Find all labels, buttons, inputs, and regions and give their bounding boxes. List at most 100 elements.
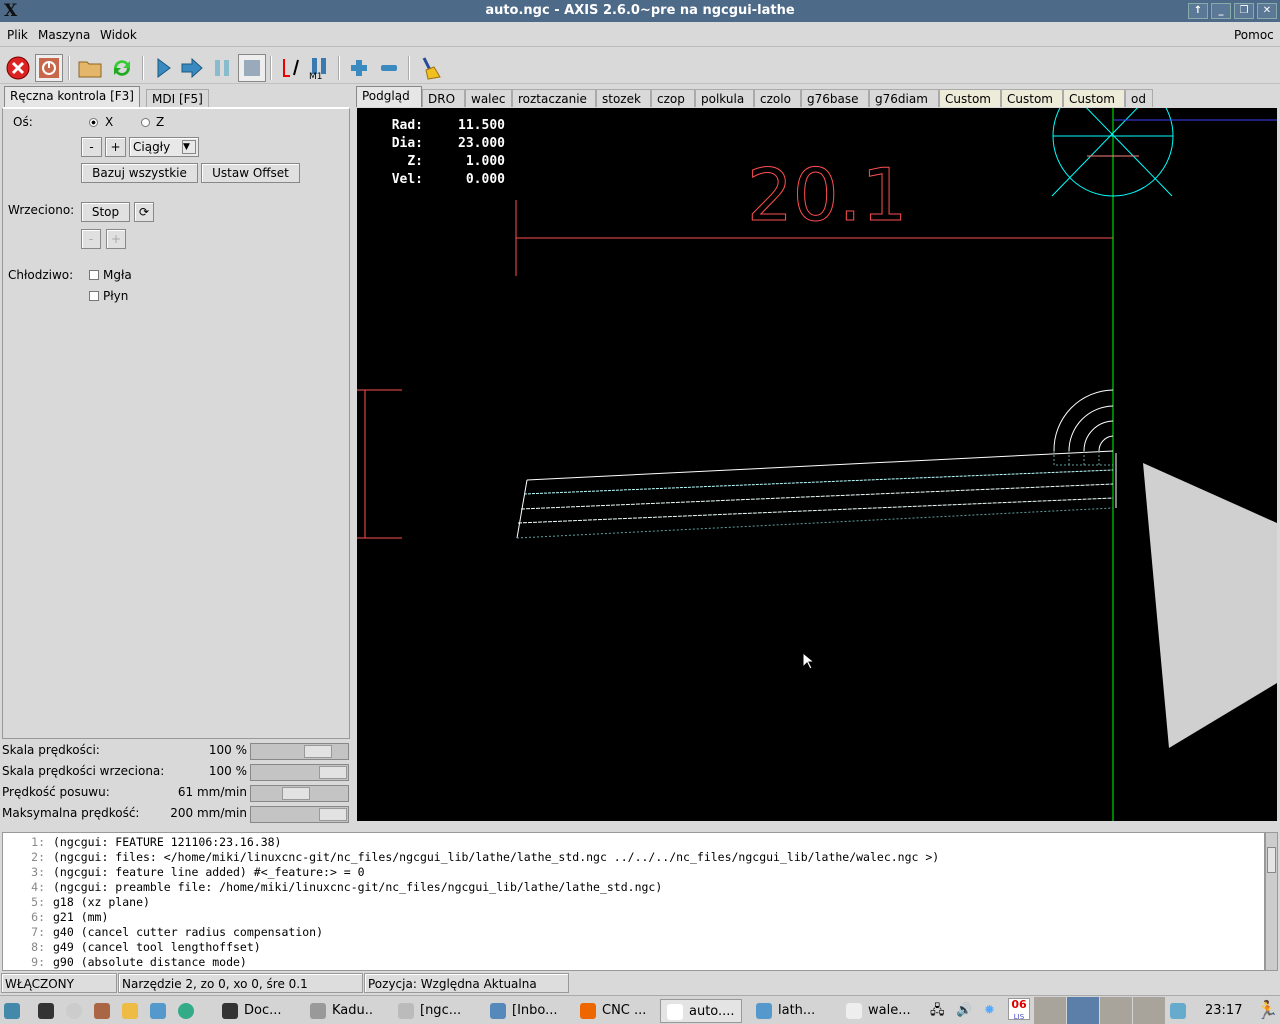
step-icon[interactable] xyxy=(178,54,206,82)
home-all-button[interactable]: Bazuj wszystkie xyxy=(81,163,198,183)
dro-value: 0.000 xyxy=(465,172,505,187)
gcode-line[interactable]: 3: (ngcgui: feature line added) #<_featur… xyxy=(3,865,1264,880)
tab-custom[interactable]: Custom xyxy=(1063,89,1125,107)
zoom-in-icon[interactable] xyxy=(345,54,373,82)
power-icon[interactable] xyxy=(35,54,63,82)
taskbar-task[interactable]: CNC ... xyxy=(580,999,646,1023)
tab-roztaczanie[interactable]: roztaczanie xyxy=(512,89,596,107)
menu-bar: Plik Maszyna Widok Pomoc xyxy=(0,23,1280,47)
reload-icon[interactable] xyxy=(108,54,136,82)
start-menu-icon[interactable] xyxy=(4,999,26,1023)
terminal-icon[interactable] xyxy=(38,999,60,1023)
menu-widok[interactable]: Widok xyxy=(100,23,137,47)
gcode-line[interactable]: 2: (ngcgui: files: </home/miki/linuxcnc-g… xyxy=(3,850,1264,865)
tab-manual-control[interactable]: Ręczna kontrola [F3] xyxy=(4,86,140,107)
tab-g76base[interactable]: g76base xyxy=(801,89,869,107)
maximize-icon[interactable]: ❐ xyxy=(1234,3,1254,19)
run-icon[interactable] xyxy=(149,54,177,82)
override-slider[interactable] xyxy=(250,743,349,760)
network-icon[interactable]: 🖧 xyxy=(930,999,945,1023)
jog-plus-button[interactable]: + xyxy=(105,137,126,157)
raise-icon[interactable]: ↑ xyxy=(1188,3,1208,19)
tab-od[interactable]: od xyxy=(1125,89,1153,107)
preview-canvas[interactable]: 20.1 Rad: 11.500 Dia: 23.000 Z: 1.000 Vel: 0. xyxy=(357,108,1277,821)
tab-dro[interactable]: DRO xyxy=(422,89,465,107)
slider-value: 100 % xyxy=(208,743,247,757)
tab-custom[interactable]: Custom xyxy=(1001,89,1063,107)
workspace-4[interactable] xyxy=(1133,997,1165,1024)
gcode-line[interactable]: 6: g21 (mm) xyxy=(3,910,1264,925)
slider-label: Maksymalna prędkość: xyxy=(2,806,140,820)
menu-plik[interactable]: Plik xyxy=(7,23,28,47)
spindle-rotate-icon[interactable]: ⟳ xyxy=(134,202,154,222)
slider-thumb[interactable] xyxy=(281,787,310,800)
pause-icon[interactable] xyxy=(208,54,236,82)
tab-g76diam[interactable]: g76diam xyxy=(869,89,939,107)
override-slider[interactable] xyxy=(250,806,349,823)
tab-czolo[interactable]: czolo xyxy=(754,89,801,107)
zoom-out-icon[interactable] xyxy=(375,54,403,82)
taskbar-task[interactable]: wale... xyxy=(846,999,911,1023)
tab-mdi[interactable]: MDI [F5] xyxy=(146,89,209,107)
gcode-line[interactable]: 9: g90 (absolute distance mode) xyxy=(3,955,1264,970)
gcode-line[interactable]: 4: (ngcgui: preamble file: /home/miki/lin… xyxy=(3,880,1264,895)
taskbar-task[interactable]: Kadu.. xyxy=(310,999,373,1023)
chevron-down-icon: ▼ xyxy=(182,140,196,154)
menu-pomoc[interactable]: Pomoc xyxy=(1234,23,1274,47)
tab-czop[interactable]: czop xyxy=(651,89,695,107)
jog-mode-select[interactable]: Ciągły ▼ xyxy=(129,137,199,157)
close-icon[interactable]: ✕ xyxy=(1257,3,1277,19)
taskbar-task[interactable]: [Inbo... xyxy=(490,999,558,1023)
optional-stop-icon[interactable]: M1 xyxy=(305,54,333,82)
gcode-line[interactable]: 8: g49 (cancel tool lengthoffset) xyxy=(3,940,1264,955)
gcode-line[interactable]: 1: (ngcgui: FEATURE 121106:23.16.38) xyxy=(3,835,1264,850)
touch-off-button[interactable]: Ustaw Offset xyxy=(201,163,300,183)
gcode-line[interactable]: 5: g18 (xz plane) xyxy=(3,895,1264,910)
axis-x-radio[interactable] xyxy=(89,118,98,127)
menu-maszyna[interactable]: Maszyna xyxy=(38,23,90,47)
flood-checkbox[interactable] xyxy=(89,291,99,301)
stop-icon[interactable] xyxy=(238,54,266,82)
spindle-slower-button[interactable]: - xyxy=(81,229,101,249)
logout-runner-icon[interactable]: 🏃 xyxy=(1256,999,1278,1023)
taskbar-task[interactable]: [ngc... xyxy=(398,999,461,1023)
tools-icon[interactable] xyxy=(94,999,116,1023)
spindle-stop-button[interactable]: Stop xyxy=(81,202,130,222)
clock[interactable]: 23:17 xyxy=(1205,999,1242,1023)
jog-minus-button[interactable]: - xyxy=(81,137,102,157)
workspace-2[interactable] xyxy=(1067,997,1099,1024)
taskbar-task[interactable]: lath... xyxy=(756,999,815,1023)
tab-podgląd[interactable]: Podgląd xyxy=(356,86,422,107)
gcode-line[interactable]: 7: g40 (cancel cutter radius compensation… xyxy=(3,925,1264,940)
tab-stozek[interactable]: stozek xyxy=(596,89,651,107)
gcode-listing[interactable]: 1: (ngcgui: FEATURE 121106:23.16.38) 2: (ng… xyxy=(2,832,1265,971)
workspace-3[interactable] xyxy=(1100,997,1132,1024)
calendar-icon[interactable]: 06 LIS xyxy=(1008,998,1030,1021)
tab-walec[interactable]: walec xyxy=(465,89,512,107)
spindle-faster-button[interactable]: + xyxy=(106,229,126,249)
gcode-scrollbar[interactable] xyxy=(1265,832,1278,971)
settings-icon[interactable] xyxy=(66,999,88,1023)
open-file-icon[interactable] xyxy=(76,54,104,82)
workspace-1[interactable] xyxy=(1034,997,1066,1024)
taskbar-task[interactable]: auto.... xyxy=(660,999,742,1023)
slider-thumb[interactable] xyxy=(304,745,333,758)
estop-icon[interactable] xyxy=(4,54,32,82)
minimize-icon[interactable]: _ xyxy=(1211,3,1231,19)
penguin-icon[interactable] xyxy=(122,999,144,1023)
override-slider[interactable] xyxy=(250,764,349,781)
taskbar-task[interactable]: Doc... xyxy=(222,999,282,1023)
override-slider[interactable] xyxy=(250,785,349,802)
axis-z-radio[interactable] xyxy=(141,118,150,127)
browser-globe-icon[interactable] xyxy=(178,999,200,1023)
clear-plot-icon[interactable] xyxy=(416,54,444,82)
run-from-line-icon[interactable] xyxy=(277,54,305,82)
mist-checkbox[interactable] xyxy=(89,270,99,280)
tab-polkula[interactable]: polkula xyxy=(695,89,754,107)
notes-icon[interactable] xyxy=(1170,999,1192,1023)
scissors-icon[interactable] xyxy=(150,999,172,1023)
slider-thumb[interactable] xyxy=(319,808,347,821)
tab-custom[interactable]: Custom xyxy=(939,89,1001,107)
slider-thumb[interactable] xyxy=(319,766,347,779)
volume-icon[interactable]: 🔊 xyxy=(956,999,972,1023)
